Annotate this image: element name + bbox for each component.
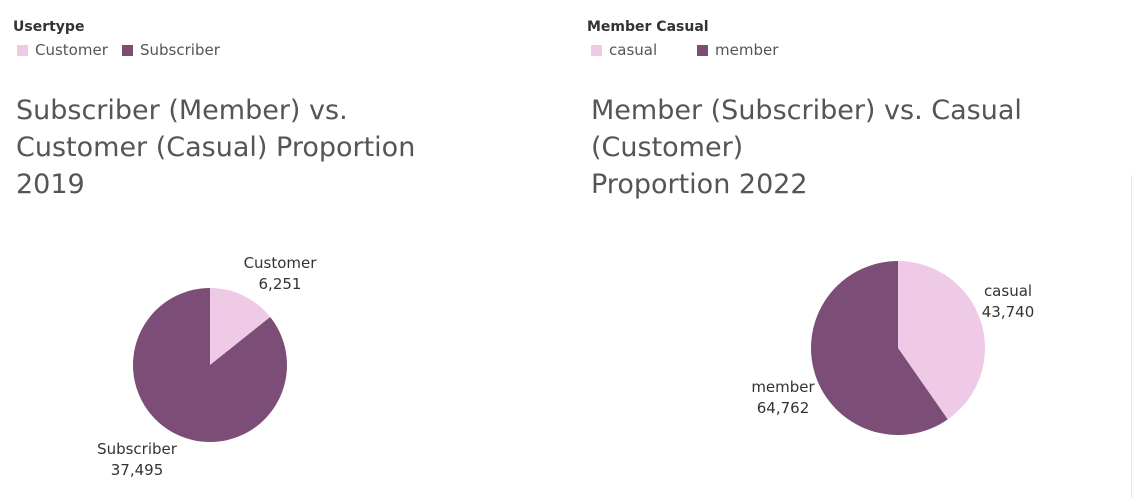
slice-value-label: 43,740 [982,303,1035,321]
slice-value-label: 6,251 [259,275,302,293]
chart-panel-2022: Member Casual casual member Member (Subs… [575,0,1133,498]
pie-chart: casual 43,740 member 64,762 [751,261,1035,435]
chart-panel-2019: Usertype Customer Subscriber Subscriber … [0,0,575,498]
slice-value-label: 37,495 [111,461,164,479]
slice-value-label: 64,762 [757,399,810,417]
slice-label: casual [984,282,1032,300]
pie-chart: Customer 6,251 Subscriber 37,495 [97,254,318,479]
panel-edge-divider [1131,175,1132,498]
slice-label: Subscriber [97,440,178,458]
slice-label: Customer [244,254,318,272]
slice-label: member [751,378,815,396]
